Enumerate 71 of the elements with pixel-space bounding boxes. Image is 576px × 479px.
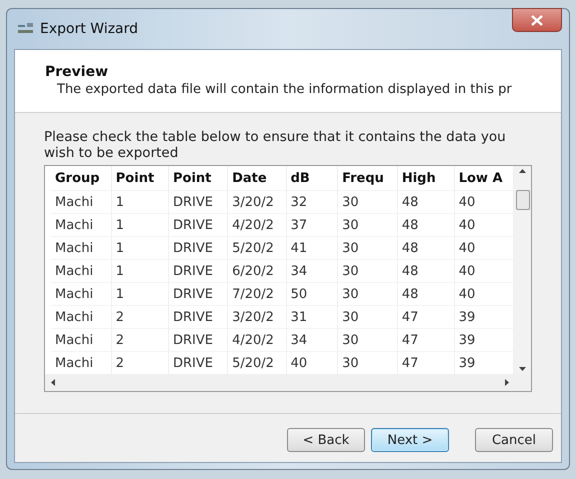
table-cell: DRIVE [168, 328, 228, 352]
table-cell: DRIVE [168, 236, 228, 260]
column-header[interactable]: Group [51, 166, 112, 190]
table-cell: Machi [51, 306, 112, 328]
table-cell: 30 [338, 282, 398, 306]
column-header[interactable]: Point [168, 166, 228, 190]
app-icon [18, 23, 34, 35]
table-cell: 48 [397, 190, 454, 214]
table-cell: 30 [338, 260, 398, 282]
table-cell: 30 [338, 214, 398, 236]
table-cell: 48 [397, 214, 454, 236]
table-cell: DRIVE [168, 282, 228, 306]
table-cell: 1 [111, 260, 169, 282]
cancel-button[interactable]: Cancel [475, 428, 553, 452]
table-cell: 37 [286, 214, 338, 236]
table-cell: Machi [51, 214, 112, 236]
table-cell: 30 [338, 236, 398, 260]
scroll-left-arrow-icon[interactable] [51, 379, 55, 386]
table-cell: DRIVE [168, 260, 228, 282]
table-cell: 1 [111, 236, 169, 260]
window-title: Export Wizard [40, 21, 140, 37]
table-cell: 32 [286, 190, 338, 214]
page-description: The exported data file will contain the information displayed in this pr [56, 82, 513, 97]
table-cell: 34 [286, 260, 338, 282]
table-cell: 48 [397, 282, 454, 306]
table-cell: 4/20/2 [228, 214, 286, 236]
back-button[interactable]: < Back [287, 428, 365, 452]
scrollbar-thumb[interactable] [516, 190, 530, 210]
table-cell: DRIVE [168, 306, 228, 328]
table-cell: 34 [286, 328, 338, 352]
table-cell: 7/20/2 [228, 282, 286, 306]
table-cell: 5/20/2 [228, 236, 286, 260]
table-cell: 30 [338, 190, 398, 214]
table-cell: Machi [51, 260, 112, 282]
table-cell: Machi [51, 190, 112, 214]
table-cell: 3/20/2 [228, 190, 286, 214]
scroll-up-arrow-icon[interactable] [519, 169, 526, 173]
table-cell: 4/20/2 [228, 328, 286, 352]
table-cell: 1 [111, 214, 169, 236]
close-button[interactable] [512, 8, 562, 32]
table-cell: 2 [111, 328, 169, 352]
table-cell: 30 [338, 306, 398, 328]
table-cell: 2 [111, 306, 169, 328]
instructions-text: Please check the table below to ensure that it contains the data you wish to be exported [44, 129, 507, 161]
column-header[interactable]: Frequ [338, 166, 398, 190]
table-cell: 31 [286, 306, 338, 328]
table-cell: 41 [286, 236, 338, 260]
scroll-right-arrow-icon[interactable] [505, 379, 509, 386]
column-header[interactable]: High [397, 166, 454, 190]
next-button[interactable]: Next > [371, 428, 449, 452]
table-cell: Machi [51, 328, 112, 352]
table-cell: 6/20/2 [228, 260, 286, 282]
table-cell: 47 [397, 328, 454, 352]
table-cell: DRIVE [168, 190, 228, 214]
table-cell: 47 [397, 306, 454, 328]
column-header[interactable]: Point [111, 166, 169, 190]
table-cell: 1 [111, 282, 169, 306]
table-cell: Machi [51, 282, 112, 306]
column-header[interactable]: Date [228, 166, 286, 190]
page-title: Preview [45, 64, 110, 80]
table-cell: 3/20/2 [228, 306, 286, 328]
table-cell: 48 [397, 236, 454, 260]
scroll-down-arrow-icon[interactable] [519, 367, 526, 371]
table-cell: Machi [51, 236, 112, 260]
table-cell: DRIVE [168, 214, 228, 236]
table-cell: 50 [286, 282, 338, 306]
table-cell: 48 [397, 260, 454, 282]
column-header[interactable]: dB [286, 166, 338, 190]
close-icon [531, 14, 543, 26]
table-cell: 1 [111, 190, 169, 214]
table-cell: 30 [338, 328, 398, 352]
